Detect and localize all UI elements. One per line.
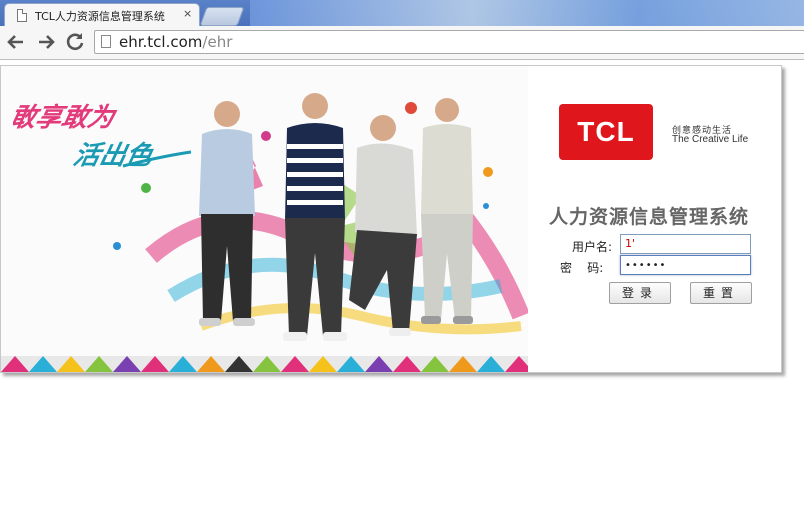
tab-strip-background: [250, 0, 804, 26]
password-field[interactable]: ••••••: [620, 255, 751, 275]
url-path: /ehr: [202, 33, 233, 51]
page-content: 敢享敢为 活出色 TCL 创意感动生活 The Creative Life 人力…: [0, 61, 804, 530]
reload-icon[interactable]: [63, 30, 87, 54]
page-icon: [101, 35, 111, 48]
page-icon: [17, 9, 27, 22]
login-panel: 敢享敢为 活出色 TCL 创意感动生活 The Creative Life 人力…: [0, 65, 782, 373]
password-value: ••••••: [625, 260, 667, 271]
username-field[interactable]: 1': [620, 234, 751, 254]
password-label: 密 码:: [560, 261, 604, 275]
url-host: ehr.tcl.com: [119, 33, 203, 51]
browser-toolbar: ehr.tcl.com/ehr: [0, 26, 804, 60]
tab-strip: TCL人力资源信息管理系统 ×: [0, 0, 804, 26]
username-value: 1': [625, 237, 636, 250]
person-figure: [199, 101, 255, 326]
ribbon-band: [1, 356, 528, 372]
username-label: 用户名:: [572, 240, 613, 254]
reset-button[interactable]: 重置: [690, 282, 752, 304]
login-button[interactable]: 登录: [609, 282, 671, 304]
forward-icon[interactable]: [34, 30, 58, 54]
person-figure: [421, 98, 473, 324]
new-tab-button[interactable]: [199, 7, 245, 26]
url-text[interactable]: ehr.tcl.com/ehr: [119, 33, 232, 51]
system-title: 人力资源信息管理系统: [549, 206, 750, 228]
logo-text: TCL: [577, 116, 635, 147]
tcl-logo: TCL: [559, 104, 653, 160]
browser-tab[interactable]: TCL人力资源信息管理系统 ×: [4, 3, 200, 26]
tab-close-icon[interactable]: ×: [183, 7, 192, 20]
back-icon[interactable]: [4, 30, 28, 54]
tagline-english: The Creative Life: [672, 134, 749, 145]
banner-image: 敢享敢为 活出色: [1, 66, 528, 372]
tab-title: TCL人力资源信息管理系统: [35, 10, 165, 23]
address-bar[interactable]: ehr.tcl.com/ehr: [94, 30, 804, 54]
